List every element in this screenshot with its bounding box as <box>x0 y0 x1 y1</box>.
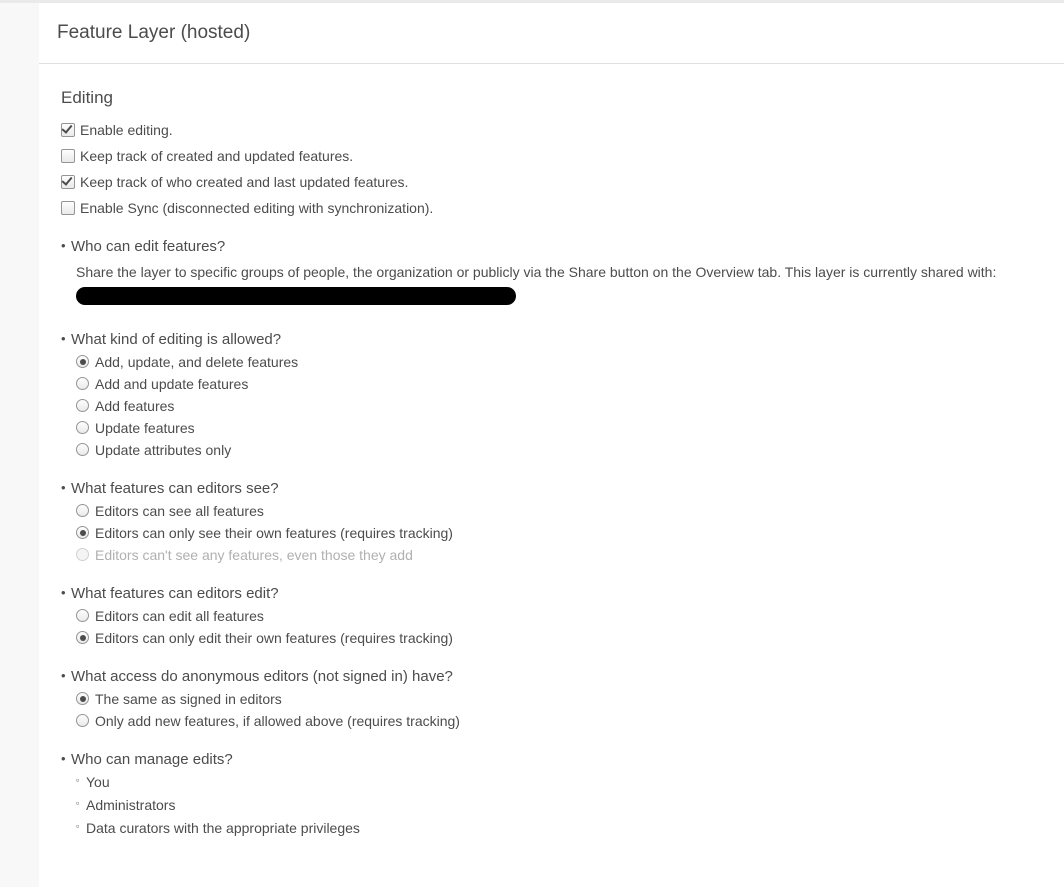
page-root: Feature Layer (hosted) Editing Enable ed… <box>0 0 1064 887</box>
radio-icon[interactable] <box>76 609 89 622</box>
checkbox-track-created[interactable]: Keep track of created and updated featur… <box>61 148 1042 164</box>
anon-access-block: What access do anonymous editors (not si… <box>61 668 1042 729</box>
radio-label: Editors can't see any features, even tho… <box>95 547 413 563</box>
what-edit-block: What features can editors edit? Editors … <box>61 585 1042 646</box>
radio-edit-all[interactable]: Editors can edit all features <box>61 608 1042 624</box>
radio-icon[interactable] <box>76 631 89 644</box>
radio-update[interactable]: Update features <box>61 420 1042 436</box>
checkbox-icon[interactable] <box>61 201 75 215</box>
list-item: Administrators <box>76 797 1042 813</box>
radio-label: Editors can only edit their own features… <box>95 630 453 646</box>
radio-anon-add[interactable]: Only add new features, if allowed above … <box>61 713 1042 729</box>
radio-update-attrs[interactable]: Update attributes only <box>61 442 1042 458</box>
what-kind-block: What kind of editing is allowed? Add, up… <box>61 331 1042 458</box>
radio-add-update[interactable]: Add and update features <box>61 376 1042 392</box>
radio-label: Update features <box>95 420 195 436</box>
radio-label: Editors can see all features <box>95 503 264 519</box>
page-header: Feature Layer (hosted) <box>39 3 1064 64</box>
who-can-edit-block: Who can edit features? Share the layer t… <box>61 238 1042 309</box>
radio-label: Only add new features, if allowed above … <box>95 713 460 729</box>
question-heading: What features can editors see? <box>61 480 1042 497</box>
radio-label: Update attributes only <box>95 442 231 458</box>
radio-add-update-delete[interactable]: Add, update, and delete features <box>61 354 1042 370</box>
radio-anon-same[interactable]: The same as signed in editors <box>61 691 1042 707</box>
question-body: Share the layer to specific groups of pe… <box>61 261 1042 309</box>
list-item: You <box>76 774 1042 790</box>
who-manage-block: Who can manage edits? You Administrators… <box>61 751 1042 836</box>
question-heading: Who can edit features? <box>61 238 1042 255</box>
radio-icon[interactable] <box>76 377 89 390</box>
left-gutter <box>0 0 39 887</box>
radio-icon[interactable] <box>76 443 89 456</box>
radio-icon <box>76 548 89 561</box>
radio-icon[interactable] <box>76 355 89 368</box>
radio-label: Editors can only see their own features … <box>95 525 453 541</box>
redacted-share-target <box>76 287 516 305</box>
radio-icon[interactable] <box>76 421 89 434</box>
editing-section-heading: Editing <box>61 88 1042 108</box>
radio-edit-own[interactable]: Editors can only edit their own features… <box>61 630 1042 646</box>
checkbox-label: Keep track of created and updated featur… <box>80 148 353 164</box>
page-title: Feature Layer (hosted) <box>57 22 250 44</box>
checkbox-label: Enable editing. <box>80 122 173 138</box>
radio-see-all[interactable]: Editors can see all features <box>61 503 1042 519</box>
checkbox-enable-editing[interactable]: Enable editing. <box>61 122 1042 138</box>
radio-icon[interactable] <box>76 714 89 727</box>
radio-see-own[interactable]: Editors can only see their own features … <box>61 525 1042 541</box>
checkbox-label: Enable Sync (disconnected editing with s… <box>80 200 433 216</box>
radio-icon[interactable] <box>76 526 89 539</box>
checkbox-icon[interactable] <box>61 175 75 189</box>
what-see-block: What features can editors see? Editors c… <box>61 480 1042 563</box>
question-heading: What features can editors edit? <box>61 585 1042 602</box>
checkbox-icon[interactable] <box>61 123 75 137</box>
radio-label: The same as signed in editors <box>95 691 282 707</box>
radio-icon[interactable] <box>76 692 89 705</box>
list-item: Data curators with the appropriate privi… <box>76 820 1042 836</box>
radio-icon[interactable] <box>76 504 89 517</box>
checkbox-icon[interactable] <box>61 149 75 163</box>
share-description: Share the layer to specific groups of pe… <box>76 264 996 280</box>
question-heading: What kind of editing is allowed? <box>61 331 1042 348</box>
checkbox-track-who[interactable]: Keep track of who created and last updat… <box>61 174 1042 190</box>
radio-label: Add features <box>95 398 174 414</box>
radio-label: Add and update features <box>95 376 248 392</box>
editing-checkbox-group: Enable editing. Keep track of created an… <box>61 122 1042 216</box>
settings-content: Editing Enable editing. Keep track of cr… <box>39 64 1064 863</box>
checkbox-enable-sync[interactable]: Enable Sync (disconnected editing with s… <box>61 200 1042 216</box>
radio-add[interactable]: Add features <box>61 398 1042 414</box>
question-heading: Who can manage edits? <box>61 751 1042 768</box>
question-heading: What access do anonymous editors (not si… <box>61 668 1042 685</box>
radio-see-none: Editors can't see any features, even tho… <box>61 547 1042 563</box>
radio-icon[interactable] <box>76 399 89 412</box>
radio-label: Add, update, and delete features <box>95 354 298 370</box>
radio-label: Editors can edit all features <box>95 608 264 624</box>
who-manage-list: You Administrators Data curators with th… <box>61 774 1042 836</box>
checkbox-label: Keep track of who created and last updat… <box>80 174 408 190</box>
